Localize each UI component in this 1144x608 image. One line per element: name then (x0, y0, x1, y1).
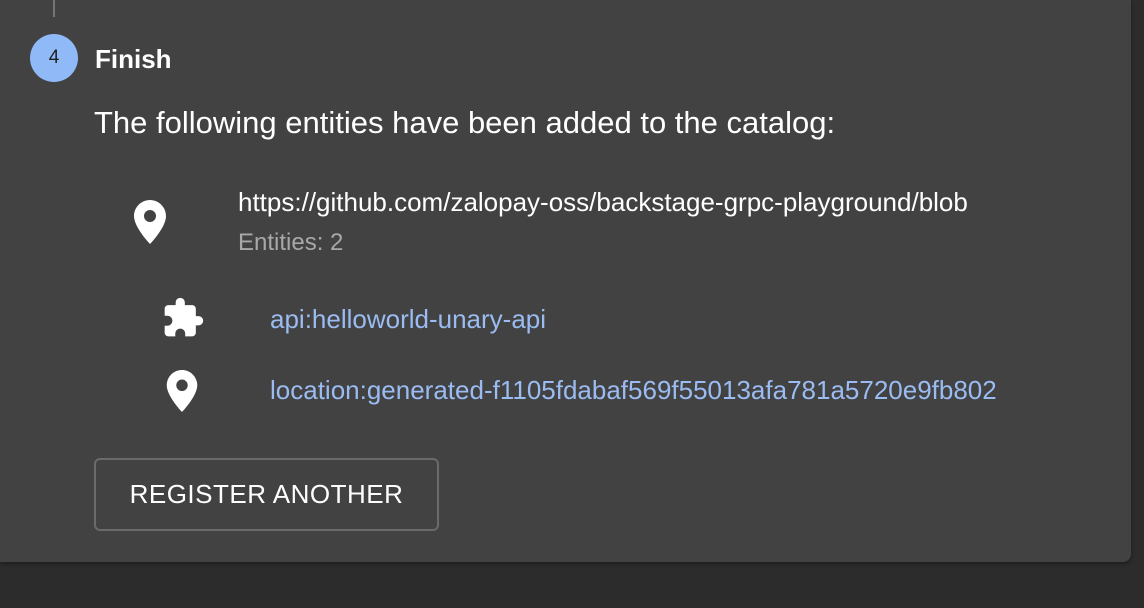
register-another-button[interactable]: REGISTER ANOTHER (94, 458, 439, 531)
step-title: Finish (95, 44, 172, 74)
location-url: https://github.com/zalopay-oss/backstage… (238, 187, 968, 217)
finish-step-card: 4 Finish The following entities have bee… (0, 0, 1131, 562)
entity-link-api[interactable]: api:helloworld-unary-api (270, 304, 1053, 335)
puzzle-piece-icon (164, 297, 204, 337)
location-pin-icon (134, 200, 166, 244)
entities-count: Entities: 2 (238, 229, 344, 256)
stepper-connector-line (53, 0, 55, 17)
entity-link-location[interactable]: location:generated-f1105fdabaf569f55013a… (270, 375, 1053, 406)
step-number-badge: 4 (30, 34, 78, 82)
result-message: The following entities have been added t… (94, 105, 836, 140)
location-pin-icon (166, 370, 198, 412)
